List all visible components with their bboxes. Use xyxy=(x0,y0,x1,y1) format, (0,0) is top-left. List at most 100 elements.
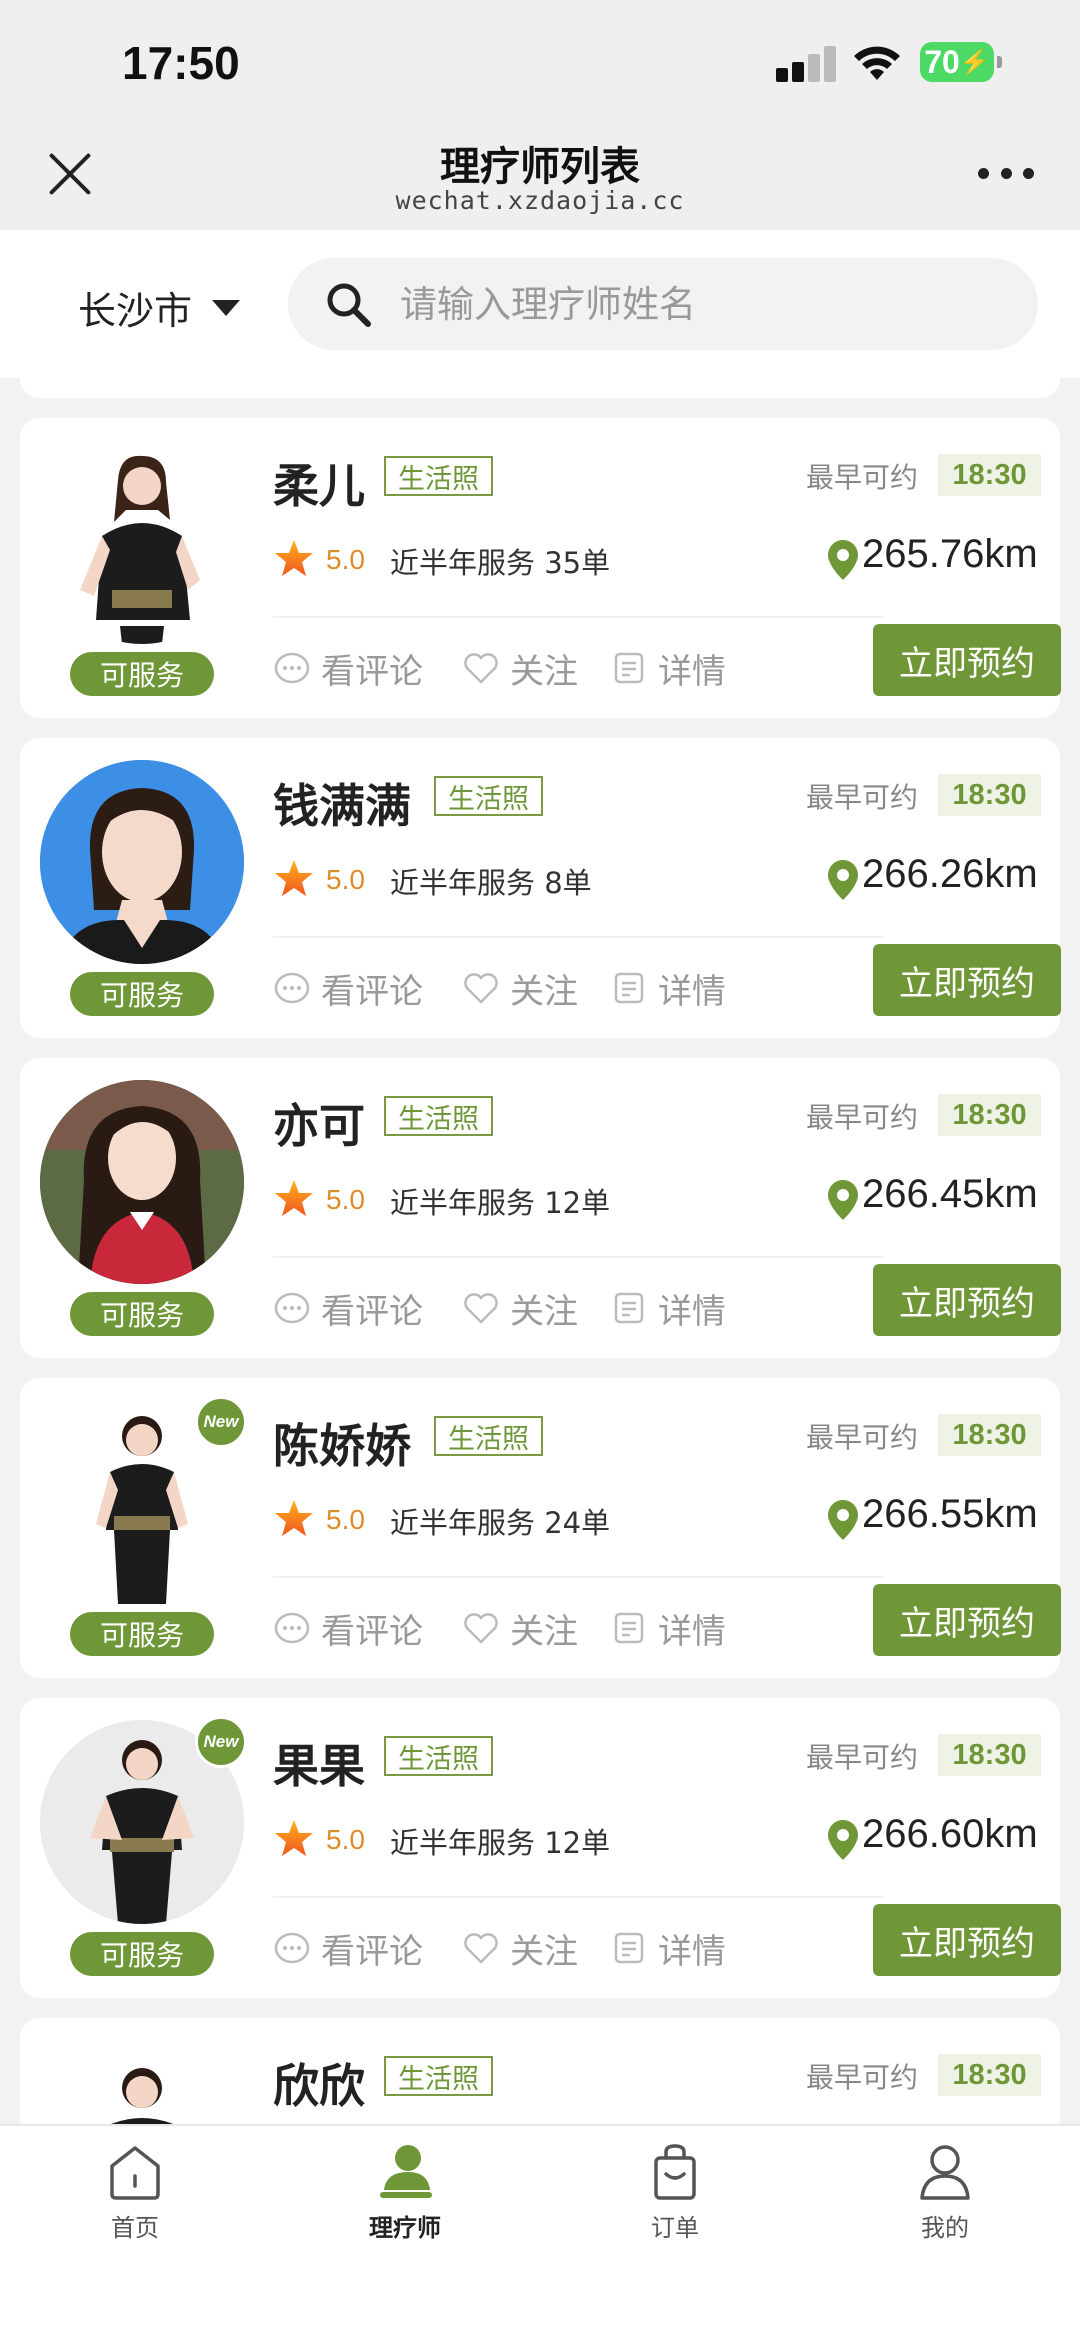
review-button[interactable]: 看评论 xyxy=(273,1606,423,1652)
therapist-card[interactable]: 可服务 亦可 生活照 最早可约 18:30 5.0 近半年服务 12单 266.… xyxy=(20,1058,1061,1358)
rating-value: 5.0 xyxy=(326,1504,365,1535)
therapist-card[interactable]: 欣欣 生活照 最早可约 18:30 xyxy=(20,2018,1060,2124)
therapist-card[interactable]: 可服务 柔儿 生活照 最早可约 18:30 5.0 近半年服务 35单 265.… xyxy=(20,418,1061,718)
home-icon xyxy=(110,2146,160,2200)
book-now-button[interactable]: 立即预约 xyxy=(873,1584,1061,1656)
document-icon xyxy=(614,1932,644,1964)
photo-tag[interactable]: 生活照 xyxy=(384,456,493,496)
follow-button[interactable]: 关注 xyxy=(462,1606,578,1652)
review-button[interactable]: 看评论 xyxy=(273,646,423,692)
therapist-icon xyxy=(380,2145,432,2198)
heart-icon xyxy=(464,1293,498,1324)
star-icon xyxy=(275,1820,313,1856)
follow-label: 关注 xyxy=(510,1931,578,1972)
earliest-time: 18:30 xyxy=(938,1414,1041,1456)
review-label: 看评论 xyxy=(321,1931,423,1972)
photo-tag[interactable]: 生活照 xyxy=(434,1416,543,1456)
book-now-button[interactable]: 立即预约 xyxy=(873,624,1061,696)
rating-value: 5.0 xyxy=(326,544,365,575)
therapist-card[interactable]: 可服务 钱满满 生活照 最早可约 18:30 5.0 近半年服务 8单 266.… xyxy=(20,738,1061,1038)
tab-label: 订单 xyxy=(651,2214,699,2242)
therapist-avatar[interactable] xyxy=(40,440,244,644)
review-label: 看评论 xyxy=(321,1291,423,1332)
detail-label: 详情 xyxy=(658,1611,726,1652)
therapist-card[interactable]: New 可服务 果果 生活照 最早可约 18:30 5.0 近半年服务 12单 … xyxy=(20,1698,1061,1998)
tab-home[interactable]: 首页 xyxy=(60,2142,210,2252)
service-count: 近半年服务 35单 xyxy=(390,546,611,580)
detail-button[interactable]: 详情 xyxy=(610,966,726,1012)
battery-icon: 70 ⚡ xyxy=(920,42,1002,82)
previous-card-edge xyxy=(20,378,1060,398)
document-icon xyxy=(614,1612,644,1644)
detail-button[interactable]: 详情 xyxy=(610,1926,726,1972)
therapist-avatar[interactable] xyxy=(40,2040,244,2124)
comment-icon xyxy=(274,652,310,684)
therapist-list[interactable]: 可服务 柔儿 生活照 最早可约 18:30 5.0 近半年服务 35单 265.… xyxy=(0,378,1080,2124)
heart-icon xyxy=(464,653,498,684)
therapist-avatar[interactable] xyxy=(40,1080,244,1284)
document-icon xyxy=(614,1292,644,1324)
search-box[interactable] xyxy=(288,258,1038,350)
divider xyxy=(273,1896,883,1898)
comment-icon xyxy=(274,972,310,1004)
star-icon xyxy=(275,1180,313,1216)
comment-icon xyxy=(274,1932,310,1964)
therapist-card[interactable]: New 可服务 陈娇娇 生活照 最早可约 18:30 5.0 近半年服务 24单… xyxy=(20,1378,1061,1678)
follow-label: 关注 xyxy=(510,971,578,1012)
service-count: 近半年服务 12单 xyxy=(390,1826,611,1860)
wifi-icon xyxy=(854,46,900,80)
tab-orders[interactable]: 订单 xyxy=(600,2142,750,2252)
earliest-time: 18:30 xyxy=(938,774,1041,816)
status-time: 17:50 xyxy=(122,37,240,89)
search-input[interactable] xyxy=(400,258,1000,350)
detail-label: 详情 xyxy=(658,651,726,692)
heart-icon xyxy=(464,1613,498,1644)
follow-button[interactable]: 关注 xyxy=(462,646,578,692)
location-pin-icon xyxy=(828,1180,858,1220)
search-icon xyxy=(327,283,371,327)
status-badge: 可服务 xyxy=(70,972,214,1016)
more-options-icon[interactable] xyxy=(978,168,1034,182)
status-badge: 可服务 xyxy=(70,652,214,696)
earliest-label: 最早可约 xyxy=(806,2061,919,2094)
therapist-avatar[interactable] xyxy=(40,760,244,964)
book-now-button[interactable]: 立即预约 xyxy=(873,1904,1061,1976)
profile-icon xyxy=(920,2145,970,2200)
earliest-time: 18:30 xyxy=(938,1734,1041,1776)
review-button[interactable]: 看评论 xyxy=(273,1926,423,1972)
photo-tag[interactable]: 生活照 xyxy=(434,776,543,816)
distance: 266.60km xyxy=(862,1812,1038,1856)
status-badge: 可服务 xyxy=(70,1292,214,1336)
tab-therapist[interactable]: 理疗师 xyxy=(330,2142,480,2252)
heart-icon xyxy=(464,973,498,1004)
photo-tag[interactable]: 生活照 xyxy=(384,1736,493,1776)
service-count: 近半年服务 12单 xyxy=(390,1186,611,1220)
therapist-name: 亦可 xyxy=(273,1099,365,1153)
photo-tag[interactable]: 生活照 xyxy=(384,2056,493,2096)
detail-label: 详情 xyxy=(658,1931,726,1972)
review-button[interactable]: 看评论 xyxy=(273,966,423,1012)
battery-level: 70 xyxy=(924,43,960,80)
detail-button[interactable]: 详情 xyxy=(610,646,726,692)
nav-bar: 理疗师列表 wechat.xzdaojia.cc xyxy=(0,120,1080,230)
star-icon xyxy=(275,1500,313,1536)
detail-button[interactable]: 详情 xyxy=(610,1606,726,1652)
photo-tag[interactable]: 生活照 xyxy=(384,1096,493,1136)
detail-label: 详情 xyxy=(658,971,726,1012)
rating-value: 5.0 xyxy=(326,1184,365,1215)
earliest-time: 18:30 xyxy=(938,454,1041,496)
follow-button[interactable]: 关注 xyxy=(462,1926,578,1972)
city-selector[interactable]: 长沙市 xyxy=(78,280,241,335)
detail-label: 详情 xyxy=(658,1291,726,1332)
earliest-time: 18:30 xyxy=(938,1094,1041,1136)
follow-button[interactable]: 关注 xyxy=(462,966,578,1012)
book-now-button[interactable]: 立即预约 xyxy=(873,1264,1061,1336)
book-now-button[interactable]: 立即预约 xyxy=(873,944,1061,1016)
therapist-name: 欣欣 xyxy=(273,2059,365,2113)
tab-profile[interactable]: 我的 xyxy=(870,2142,1020,2252)
new-badge: New xyxy=(195,1396,247,1448)
follow-button[interactable]: 关注 xyxy=(462,1286,578,1332)
status-bar: 17:50 70 ⚡ xyxy=(0,0,1080,120)
review-button[interactable]: 看评论 xyxy=(273,1286,423,1332)
detail-button[interactable]: 详情 xyxy=(610,1286,726,1332)
